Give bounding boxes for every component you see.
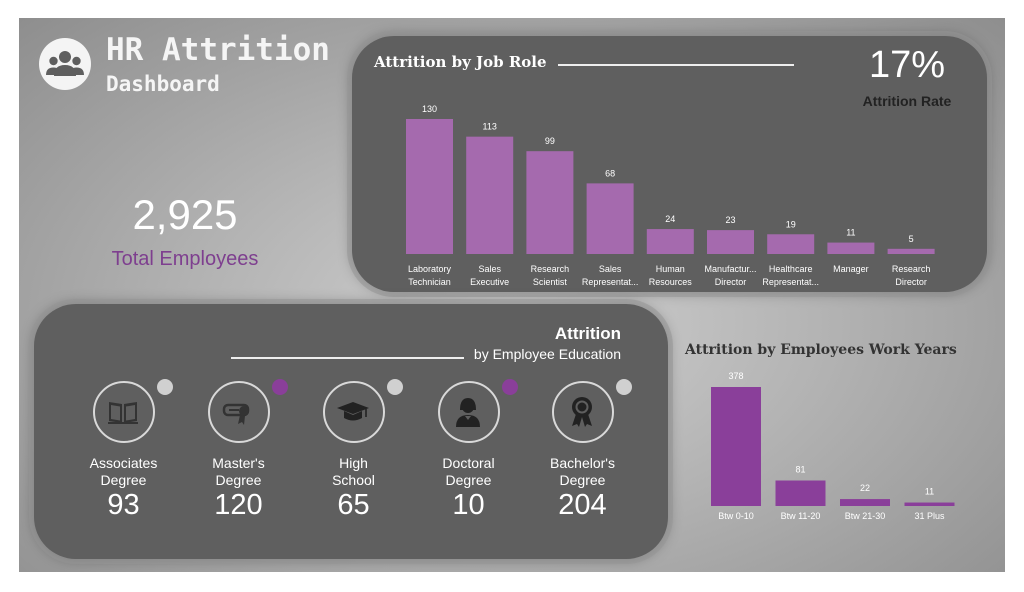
x-tick-label: Executive <box>470 277 509 287</box>
education-value: 120 <box>214 489 263 521</box>
education-label-line2: School <box>332 472 375 488</box>
total-employees-label: Total Employees <box>111 248 259 270</box>
dashboard-title: HR Attrition <box>106 32 330 68</box>
work-years-chart-title: Attrition by Employees Work Years <box>685 342 957 358</box>
bar <box>767 234 815 254</box>
x-tick-label: Director <box>715 277 747 287</box>
education-title: Attrition <box>554 324 621 343</box>
bar <box>466 136 514 254</box>
x-tick-label: Btw 11-20 <box>781 511 821 521</box>
education-label: Master's Degree <box>181 455 296 489</box>
data-label: 24 <box>665 214 675 224</box>
data-label: 23 <box>725 215 735 225</box>
status-dot <box>272 379 288 395</box>
education-value: 204 <box>558 489 607 521</box>
title-divider <box>231 357 464 359</box>
x-tick-label: Healthcare <box>769 264 813 274</box>
bar <box>406 119 453 254</box>
data-label: 68 <box>605 168 615 178</box>
data-label: 22 <box>860 483 870 493</box>
bar <box>707 230 754 254</box>
education-label-line2: Degree <box>215 472 262 488</box>
x-tick-label: Research <box>531 264 570 274</box>
education-label-line1: High <box>339 455 368 471</box>
education-subtitle: by Employee Education <box>473 346 621 362</box>
education-label: Doctoral Degree <box>411 455 526 489</box>
education-label-line2: Degree <box>445 472 492 488</box>
x-tick-label: Human <box>656 264 685 274</box>
data-label: 113 <box>483 122 497 132</box>
bar <box>646 229 694 254</box>
x-tick-label: Btw 0-10 <box>718 511 754 521</box>
x-tick-label: Representat... <box>762 277 819 287</box>
status-dot <box>502 379 518 395</box>
education-label-line1: Doctoral <box>442 455 495 471</box>
work-years-chart: 378 Btw 0-10 81 Btw 11-20 22 Btw 21-30 11 31 Pl… <box>711 371 955 521</box>
attrition-by-job-role-panel: 130 Laboratory Technician 113 Sales Executive… <box>352 36 987 292</box>
x-tick-label: 31 Plus <box>914 511 945 521</box>
attrition-by-education-panel: Attrition by Employee Education Associat… <box>34 304 668 559</box>
x-tick-label: Btw 21-30 <box>845 511 886 521</box>
x-tick-label: Resources <box>649 277 693 287</box>
data-label: 130 <box>422 104 437 114</box>
x-tick-label: Sales <box>599 264 622 274</box>
bar <box>904 502 955 506</box>
x-tick-label: Sales <box>478 264 501 274</box>
education-label-line2: Degree <box>559 472 606 488</box>
data-label: 378 <box>728 371 743 381</box>
data-label: 99 <box>545 136 555 146</box>
education-label: High School <box>296 455 411 489</box>
book-icon <box>108 402 138 424</box>
x-tick-label: Scientist <box>533 277 568 287</box>
data-label: 11 <box>846 228 855 238</box>
status-dot <box>387 379 403 395</box>
graduation-cap-icon <box>337 402 369 421</box>
education-label: Bachelor's Degree <box>525 455 640 489</box>
diploma-icon <box>222 403 250 425</box>
x-tick-label: Laboratory <box>408 264 452 274</box>
education-value: 10 <box>452 489 485 521</box>
education-label-line1: Associates <box>89 455 158 471</box>
dashboard-canvas: HR Attrition Dashboard 2,925 Total Emplo… <box>19 18 1005 572</box>
data-label: 11 <box>925 487 934 497</box>
x-tick-label: Director <box>895 277 927 287</box>
data-label: 19 <box>786 219 796 229</box>
total-employees-value: 2,925 <box>132 191 238 238</box>
bar <box>775 480 826 506</box>
x-tick-label: Research <box>892 264 931 274</box>
bar <box>586 183 634 254</box>
doctor-icon <box>456 398 480 427</box>
bar <box>827 242 875 254</box>
dashboard-subtitle: Dashboard <box>106 72 220 96</box>
education-label-line2: Degree <box>100 472 147 488</box>
education-label: Associates Degree <box>66 455 181 489</box>
education-value: 93 <box>107 489 140 521</box>
education-label-line1: Master's <box>212 455 265 471</box>
x-tick-label: Manager <box>833 264 869 274</box>
x-tick-label: Technician <box>408 277 451 287</box>
data-label: 5 <box>909 234 914 244</box>
bar <box>840 499 890 506</box>
bar <box>887 248 935 254</box>
attrition-rate-value: 17% <box>868 44 946 86</box>
status-dot <box>157 379 173 395</box>
attrition-rate-label: Attrition Rate <box>862 93 952 109</box>
bar <box>711 387 761 506</box>
people-group-icon <box>39 38 91 90</box>
x-tick-label: Representat... <box>582 277 639 287</box>
job-role-chart-title: Attrition by Job Role <box>374 53 547 71</box>
education-value: 65 <box>337 489 370 521</box>
education-label-line1: Bachelor's <box>550 455 615 471</box>
x-tick-label: Manufactur... <box>704 264 756 274</box>
bar <box>526 151 574 254</box>
status-dot <box>616 379 632 395</box>
title-divider <box>558 64 794 66</box>
data-label: 81 <box>795 465 805 475</box>
award-ribbon-icon <box>572 397 592 427</box>
